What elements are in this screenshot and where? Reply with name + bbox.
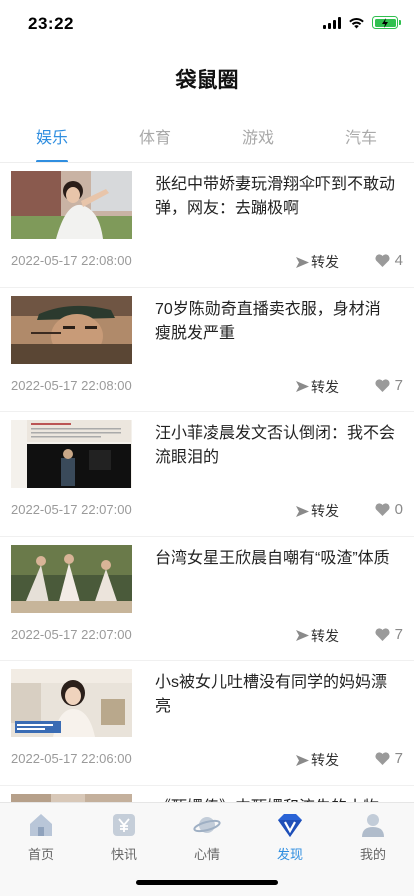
tabbar-home[interactable]: 首页	[9, 811, 73, 863]
share-label: 转发	[311, 503, 339, 519]
list-item[interactable]: 小s被女儿吐槽没有同学的妈妈漂亮 2022-05-17 22:06:00 转发 …	[0, 661, 414, 786]
article-meta: 2022-05-17 22:07:00 转发 0	[11, 501, 403, 521]
heart-icon	[375, 627, 390, 641]
article-title: 台湾女星王欣晨自嘲有“吸渣”体质	[155, 549, 390, 567]
share-icon	[296, 256, 309, 268]
article-date: 2022-05-17 22:07:00	[11, 626, 132, 642]
page-title: 袋鼠圈	[175, 69, 239, 92]
home-icon	[30, 814, 52, 836]
article-date: 2022-05-17 22:08:00	[11, 377, 132, 393]
like-count: 7	[394, 750, 403, 767]
article-meta: 2022-05-17 22:08:00 转发 7	[11, 377, 403, 397]
person-icon	[362, 814, 384, 837]
share-icon	[296, 505, 309, 517]
list-item[interactable]: 汪小菲凌晨发文否认倒闭：我不会流眼泪的 2022-05-17 22:07:00 …	[0, 412, 414, 537]
article-thumbnail	[11, 295, 132, 364]
tab-cars[interactable]: 汽车	[325, 124, 397, 148]
share-button[interactable]: 转发	[296, 252, 339, 272]
tab-entertainment[interactable]: 娱乐	[16, 124, 88, 148]
like-button[interactable]: 0	[375, 501, 403, 518]
article-thumbnail	[11, 171, 132, 239]
cellular-signal-icon	[323, 16, 341, 29]
battery-icon	[372, 16, 401, 29]
list-item[interactable]: 张纪中带娇妻玩滑翔伞吓到不敢动弹，网友：去蹦极啊 2022-05-17 22:0…	[0, 163, 414, 288]
article-title: 汪小菲凌晨发文否认倒闭：我不会流眼泪的	[155, 425, 396, 466]
article-date: 2022-05-17 22:06:00	[11, 751, 132, 766]
like-button[interactable]: 7	[375, 377, 403, 394]
article-thumbnail	[11, 669, 132, 737]
share-icon	[296, 630, 309, 641]
share-icon	[296, 381, 309, 392]
tab-sports[interactable]: 体育	[119, 124, 191, 148]
share-label: 转发	[311, 378, 339, 395]
like-count: 7	[394, 625, 403, 643]
like-button[interactable]: 7	[375, 626, 403, 643]
share-button[interactable]: 转发	[296, 501, 339, 521]
share-label: 转发	[311, 254, 339, 270]
wifi-icon	[349, 17, 364, 28]
tabbar-mood[interactable]: 心情	[175, 811, 239, 863]
article-title: 小s被女儿吐槽没有同学的妈妈漂亮	[155, 674, 388, 715]
diamond-v-icon	[278, 814, 302, 837]
article-thumbnail	[11, 420, 132, 488]
share-button[interactable]: 转发	[296, 377, 339, 397]
tabbar-mine[interactable]: 我的	[341, 811, 405, 863]
tabbar-label: 心情	[193, 847, 220, 862]
status-time: 23:22	[28, 14, 74, 33]
article-date: 2022-05-17 22:08:00	[11, 253, 132, 268]
tabbar-label: 快讯	[110, 847, 137, 862]
yen-icon	[113, 814, 135, 836]
article-meta: 2022-05-17 22:08:00 转发 4	[11, 252, 403, 272]
list-item[interactable]: 台湾女星王欣晨自嘲有“吸渣”体质 2022-05-17 22:07:00 转发 …	[0, 537, 414, 661]
tabbar-label: 首页	[27, 847, 54, 862]
share-button[interactable]: 转发	[296, 626, 339, 646]
like-button[interactable]: 7	[375, 750, 403, 767]
home-indicator	[136, 880, 278, 885]
heart-icon	[375, 378, 390, 392]
article-meta: 2022-05-17 22:06:00 转发 7	[11, 750, 403, 770]
list-item[interactable]: 70岁陈勋奇直播卖衣服，身材消瘦脱发严重 2022-05-17 22:08:00…	[0, 288, 414, 412]
article-title: 张纪中带娇妻玩滑翔伞吓到不敢动弹，网友：去蹦极啊	[155, 176, 396, 217]
like-count: 0	[394, 501, 403, 518]
share-icon	[296, 754, 309, 766]
article-date: 2022-05-17 22:07:00	[11, 502, 132, 517]
tab-games[interactable]: 游戏	[222, 124, 294, 148]
article-thumbnail	[11, 544, 132, 613]
planet-icon	[193, 817, 221, 833]
article-title: 70岁陈勋奇直播卖衣服，身材消瘦脱发严重	[155, 300, 381, 342]
share-label: 转发	[311, 627, 339, 644]
status-icons	[323, 16, 401, 29]
category-tabs: 娱乐 体育 游戏 汽车	[0, 124, 414, 164]
article-list: 张纪中带娇妻玩滑翔伞吓到不敢动弹，网友：去蹦极啊 2022-05-17 22:0…	[0, 163, 414, 896]
share-label: 转发	[311, 752, 339, 768]
heart-icon	[375, 254, 390, 267]
like-count: 7	[394, 376, 403, 394]
heart-icon	[375, 752, 390, 765]
tabbar-label: 我的	[359, 847, 386, 862]
tabbar-news[interactable]: 快讯	[92, 811, 156, 863]
status-bar: 23:22	[0, 0, 414, 50]
like-button[interactable]: 4	[375, 252, 403, 269]
share-button[interactable]: 转发	[296, 750, 339, 770]
tabbar-discover[interactable]: 发现	[258, 811, 322, 863]
tabbar-label: 发现	[276, 847, 303, 862]
like-count: 4	[394, 252, 403, 269]
heart-icon	[375, 503, 390, 516]
article-meta: 2022-05-17 22:07:00 转发 7	[11, 626, 403, 646]
